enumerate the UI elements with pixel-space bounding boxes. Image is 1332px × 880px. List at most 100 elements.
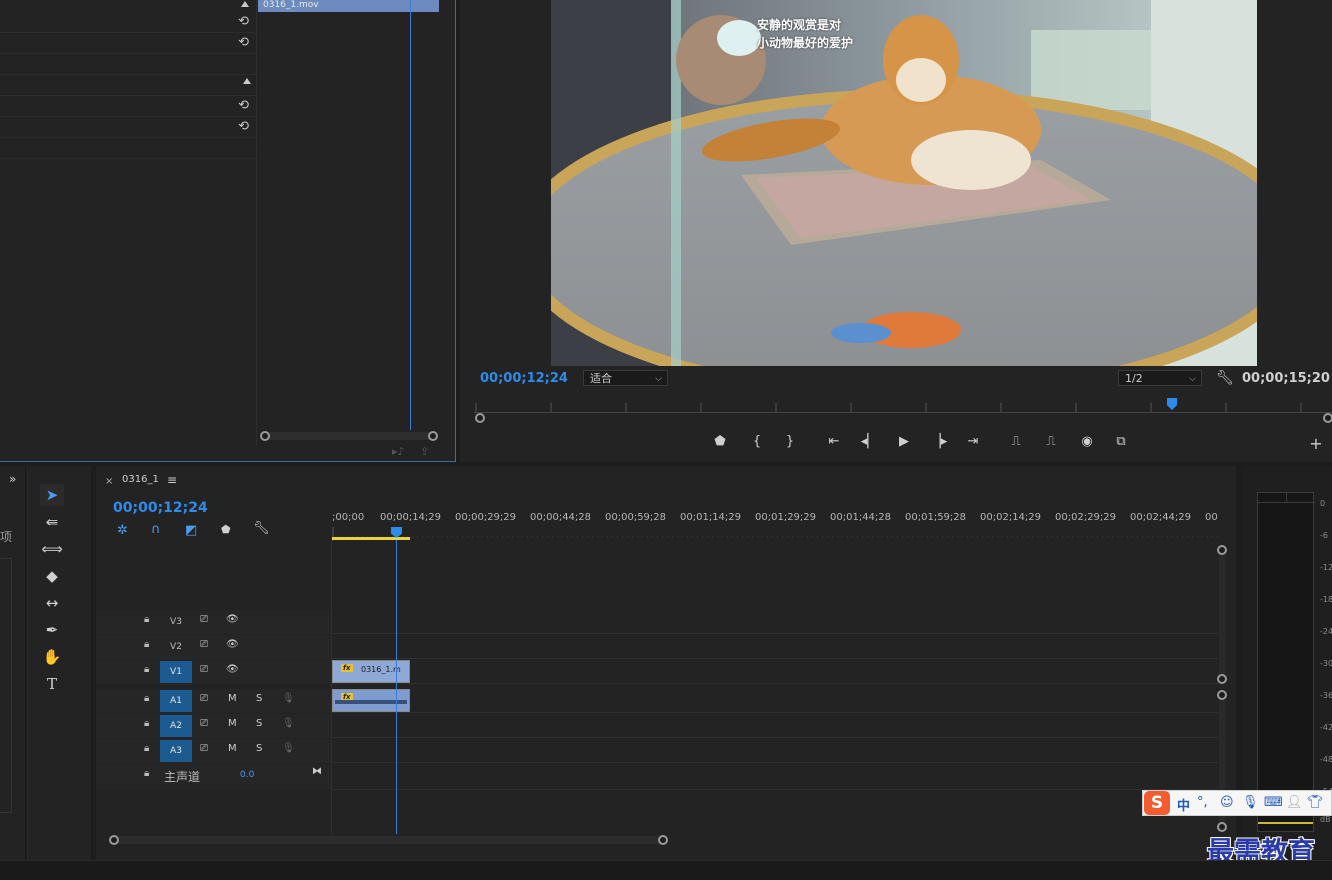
eye-icon[interactable]: 👁︎ xyxy=(226,639,239,650)
lock-icon[interactable]: 🔒︎ xyxy=(144,718,149,729)
sync-lock-icon[interactable]: ⎚ xyxy=(200,718,208,729)
ime-punctuation-toggle[interactable]: °, xyxy=(1197,795,1208,810)
keyboard-icon[interactable]: ⌨ xyxy=(1264,795,1283,810)
type-tool-icon[interactable]: T xyxy=(40,673,64,695)
video-clip[interactable]: fx 0316_1.m xyxy=(332,660,410,683)
compare-icon[interactable]: ⧉ xyxy=(1112,434,1130,449)
current-timecode[interactable]: 00;00;12;24 xyxy=(480,371,568,386)
filter-audio-icon[interactable]: ▸♪ xyxy=(392,445,405,458)
eye-icon[interactable]: 👁︎ xyxy=(226,614,239,625)
add-button-icon[interactable]: + xyxy=(1307,434,1325,453)
slip-tool-icon[interactable]: ↔ xyxy=(40,592,64,614)
lock-icon[interactable]: 🔒︎ xyxy=(144,614,149,625)
audio-clip[interactable]: fx xyxy=(332,689,410,712)
mark-out-icon[interactable]: } xyxy=(781,434,799,449)
reset-icon[interactable]: ⟲ xyxy=(238,98,249,113)
user-icon[interactable]: 👤︎ xyxy=(1286,795,1303,810)
track-name[interactable]: A3 xyxy=(160,740,192,762)
razor-tool-icon[interactable]: ◆ xyxy=(40,565,64,587)
selection-tool-icon[interactable]: ➤ xyxy=(40,484,64,506)
linked-selection-icon[interactable]: ◩ xyxy=(185,523,197,538)
skin-icon[interactable]: 👕︎ xyxy=(1307,795,1324,810)
nest-toggle-icon[interactable]: ✲ xyxy=(117,523,128,538)
mute-button[interactable]: M xyxy=(228,743,237,754)
solo-button[interactable]: S xyxy=(256,718,262,729)
track-name[interactable]: V2 xyxy=(160,636,192,658)
extract-icon[interactable]: ⎍ xyxy=(1042,434,1060,449)
zoom-handle-right[interactable] xyxy=(1323,413,1332,423)
timeline-ruler[interactable] xyxy=(332,526,1218,541)
fit-select[interactable]: 适合 ⌵ xyxy=(583,370,668,386)
timeline-h-scrollbar[interactable] xyxy=(114,836,666,844)
ime-toolbar[interactable]: 中 °, ☺ 🎙︎ ⌨ 👤︎ 👕︎ xyxy=(1142,790,1332,816)
lock-icon[interactable]: 🔒︎ xyxy=(144,693,149,704)
marker-icon[interactable]: ⬟ xyxy=(711,434,729,449)
step-forward-icon[interactable]: ▕▸ xyxy=(930,434,948,449)
sogou-logo-icon[interactable]: S xyxy=(1144,791,1170,815)
add-marker-icon[interactable]: ⬟ xyxy=(221,523,231,536)
play-icon[interactable]: ▶ xyxy=(895,434,913,449)
scroll-handle-right[interactable] xyxy=(658,835,668,845)
master-volume-value[interactable]: 0.0 xyxy=(240,770,254,780)
sync-lock-icon[interactable]: ⎚ xyxy=(200,743,208,754)
scroll-handle-right[interactable] xyxy=(428,431,438,441)
microphone-icon[interactable]: 🎙︎ xyxy=(282,743,295,754)
video-tracks-scrollbar[interactable] xyxy=(1219,550,1225,678)
timeline-settings-icon[interactable]: 🔧︎ xyxy=(253,521,270,536)
track-name[interactable]: A2 xyxy=(160,715,192,737)
mute-button[interactable]: M xyxy=(228,693,237,704)
zoom-handle-left[interactable] xyxy=(475,413,485,423)
wrench-icon[interactable]: 🔧︎ xyxy=(1216,370,1234,386)
export-icon[interactable]: ⇪ xyxy=(420,445,429,458)
collapse-triangle-icon[interactable] xyxy=(243,78,251,84)
scroll-handle[interactable] xyxy=(1217,545,1227,555)
snap-icon[interactable]: ∩ xyxy=(151,522,161,537)
hand-tool-icon[interactable]: ✋ xyxy=(40,646,64,668)
clip-bar[interactable]: 0316_1.mov xyxy=(258,0,439,12)
pen-tool-icon[interactable]: ✒ xyxy=(40,619,64,641)
scroll-handle[interactable] xyxy=(1217,674,1227,684)
reset-icon[interactable]: ⟲ xyxy=(238,35,249,50)
microphone-icon[interactable]: 🎙︎ xyxy=(282,718,295,729)
horizontal-scrollbar[interactable] xyxy=(264,432,434,440)
microphone-icon[interactable]: 🎙︎ xyxy=(1242,795,1259,810)
mute-button[interactable]: M xyxy=(228,718,237,729)
lock-icon[interactable]: 🔒︎ xyxy=(144,664,149,675)
go-to-out-icon[interactable]: ⇥ xyxy=(964,434,982,449)
expand-panels-icon[interactable]: » xyxy=(9,472,16,486)
track-name[interactable]: A1 xyxy=(160,690,192,712)
resolution-select[interactable]: 1/2 ⌵ xyxy=(1118,370,1202,386)
monitor-zoom-bar[interactable] xyxy=(474,412,1332,413)
solo-button[interactable]: S xyxy=(256,743,262,754)
scroll-handle-left[interactable] xyxy=(109,835,119,845)
monitor-time-ruler[interactable] xyxy=(474,398,1332,413)
track-name[interactable]: V3 xyxy=(160,611,192,633)
step-back-icon[interactable]: ◂▏ xyxy=(860,434,878,449)
ripple-edit-tool-icon[interactable]: ⟺ xyxy=(40,538,64,560)
sync-lock-icon[interactable]: ⎚ xyxy=(200,639,208,650)
go-to-in-icon[interactable]: ⇤ xyxy=(825,434,843,449)
track-name[interactable]: V1 xyxy=(160,661,192,683)
timeline-timecode[interactable]: 00;00;12;24 xyxy=(113,500,208,516)
mark-in-icon[interactable]: { xyxy=(748,434,766,449)
ime-language-toggle[interactable]: 中 xyxy=(1177,795,1190,814)
work-area-bar[interactable] xyxy=(332,537,410,540)
lock-icon[interactable]: 🔒︎ xyxy=(144,743,149,754)
sync-lock-icon[interactable]: ⎚ xyxy=(200,693,208,704)
lock-icon[interactable]: 🔒︎ xyxy=(144,639,149,650)
scroll-handle[interactable] xyxy=(1217,690,1227,700)
track-select-tool-icon[interactable]: ⇚ xyxy=(40,511,64,533)
sync-lock-icon[interactable]: ⎚ xyxy=(200,664,208,675)
panel-menu-icon[interactable]: ≡ xyxy=(167,473,177,487)
collapse-triangle-icon[interactable] xyxy=(241,0,251,9)
go-to-end-icon[interactable]: ⧓ xyxy=(312,766,322,777)
lock-icon[interactable]: 🔒︎ xyxy=(144,768,149,779)
reset-icon[interactable]: ⟲ xyxy=(238,14,249,29)
emoji-icon[interactable]: ☺ xyxy=(1220,795,1234,810)
lift-icon[interactable]: ⎍ xyxy=(1007,434,1025,449)
sequence-tab[interactable]: 0316_1 xyxy=(122,474,159,485)
export-frame-icon[interactable]: ◉ xyxy=(1078,434,1096,449)
sync-lock-icon[interactable]: ⎚ xyxy=(200,614,208,625)
reset-icon[interactable]: ⟲ xyxy=(238,119,249,134)
close-tab-icon[interactable]: × xyxy=(105,476,113,487)
